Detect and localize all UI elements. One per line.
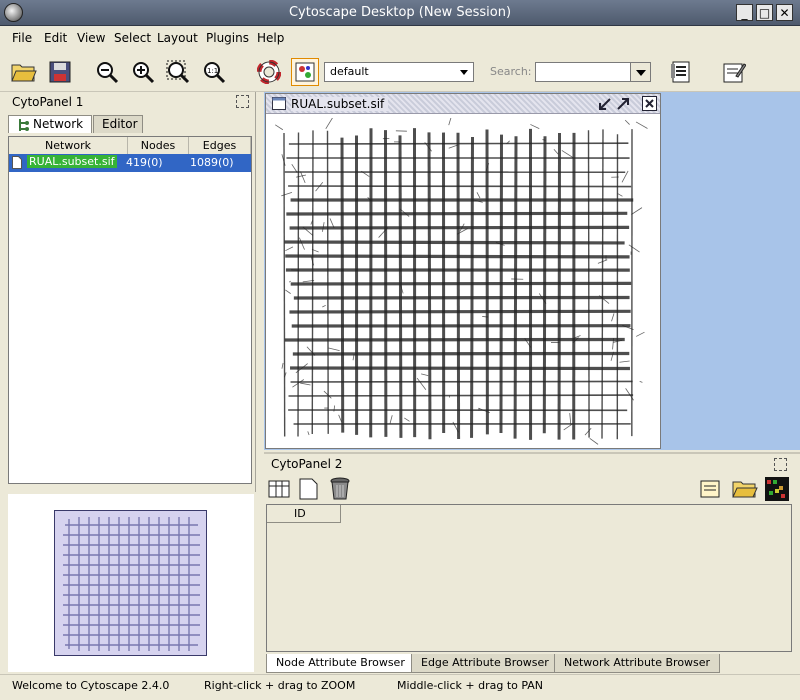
menu-bar: File Edit View Select Layout Plugins Hel… (0, 26, 800, 50)
new-attribute-icon[interactable] (299, 478, 319, 503)
select-attributes-icon[interactable] (268, 479, 290, 502)
column-header-edges[interactable]: Edges (189, 137, 251, 155)
column-header-network[interactable]: Network (9, 137, 128, 155)
title-bar: Cytoscape Desktop (New Session) _ □ ✕ (0, 0, 800, 26)
visual-style-select[interactable]: default (324, 62, 474, 82)
network-canvas[interactable] (270, 115, 658, 446)
cytopanel-1-title: CytoPanel 1 (12, 95, 84, 109)
network-nodes-cell: 419(0) (126, 156, 163, 169)
delete-trash-icon[interactable] (329, 477, 351, 504)
zoom-in-icon[interactable] (129, 58, 157, 86)
tab-edge-attribute-browser[interactable]: Edge Attribute Browser (411, 654, 559, 673)
network-tree-icon (19, 119, 29, 131)
window-title: Cytoscape Desktop (New Session) (288, 5, 512, 20)
zoom-actual-icon[interactable]: 1:1 (200, 58, 228, 86)
close-frame-icon[interactable] (642, 96, 657, 111)
tab-editor-label: Editor (102, 117, 138, 131)
document-icon (12, 156, 22, 169)
tab-network-attribute-browser[interactable]: Network Attribute Browser (554, 654, 721, 673)
maximize-button[interactable]: □ (756, 4, 773, 21)
overview-viewport[interactable] (54, 510, 207, 656)
menu-edit[interactable]: Edit (44, 31, 67, 45)
status-pan-hint: Middle-click + drag to PAN (397, 679, 544, 692)
network-edges-cell: 1089(0) (190, 156, 234, 169)
table-row[interactable]: RUAL.subset.sif 419(0) 1089(0) (9, 154, 251, 172)
network-view-titlebar[interactable]: RUAL.subset.sif (266, 94, 660, 114)
overview-network-image (63, 517, 200, 651)
import-attributes-icon[interactable] (699, 479, 721, 502)
menu-select[interactable]: Select (114, 31, 151, 45)
tab-node-attribute-browser[interactable]: Node Attribute Browser (266, 654, 415, 673)
menu-file[interactable]: File (12, 31, 32, 45)
float-panel-icon[interactable] (236, 95, 249, 108)
status-zoom-hint: Right-click + drag to ZOOM (204, 679, 356, 692)
close-button[interactable]: ✕ (776, 4, 793, 21)
iconify-icon[interactable] (598, 97, 612, 111)
maximize-frame-icon[interactable] (616, 97, 630, 111)
menu-layout[interactable]: Layout (157, 31, 198, 45)
menu-help[interactable]: Help (257, 31, 284, 45)
tab-editor[interactable]: Editor (93, 115, 143, 133)
svg-text:1:1: 1:1 (207, 67, 218, 75)
cytopanel-2-title: CytoPanel 2 (271, 457, 343, 471)
open-folder-icon[interactable] (732, 479, 758, 502)
menu-plugins[interactable]: Plugins (206, 31, 249, 45)
menu-view[interactable]: View (77, 31, 105, 45)
column-header-id[interactable]: ID (267, 505, 341, 523)
zoom-out-icon[interactable] (93, 58, 121, 86)
zoom-fit-icon[interactable] (164, 58, 192, 86)
tab-network[interactable]: Network (8, 115, 92, 133)
network-name-cell: RUAL.subset.sif (27, 155, 117, 168)
attribute-table-icon[interactable] (668, 58, 696, 86)
vizmapper-icon[interactable] (291, 58, 319, 86)
float-panel-icon[interactable] (774, 458, 787, 471)
open-folder-icon[interactable] (10, 58, 38, 86)
search-label: Search: (490, 65, 532, 78)
heatmap-icon[interactable] (765, 477, 789, 501)
help-lifebuoy-icon[interactable] (255, 58, 283, 86)
chevron-down-icon (636, 70, 646, 76)
minimize-button[interactable]: _ (736, 4, 753, 21)
status-welcome: Welcome to Cytoscape 2.4.0 (12, 679, 170, 692)
search-dropdown-button[interactable] (630, 62, 651, 82)
network-view-title: RUAL.subset.sif (291, 97, 389, 111)
attribute-browser-table (266, 504, 792, 652)
edit-preferences-icon[interactable] (720, 58, 748, 86)
window-icon (272, 97, 286, 110)
network-graph (275, 115, 648, 445)
tab-network-label: Network (33, 117, 84, 131)
network-table: Network Nodes Edges (8, 136, 252, 484)
visual-style-value: default (330, 65, 369, 78)
chevron-down-icon (460, 70, 468, 75)
status-bar: Welcome to Cytoscape 2.4.0 Right-click +… (0, 674, 800, 700)
column-header-nodes[interactable]: Nodes (128, 137, 189, 155)
save-icon[interactable] (46, 58, 74, 86)
